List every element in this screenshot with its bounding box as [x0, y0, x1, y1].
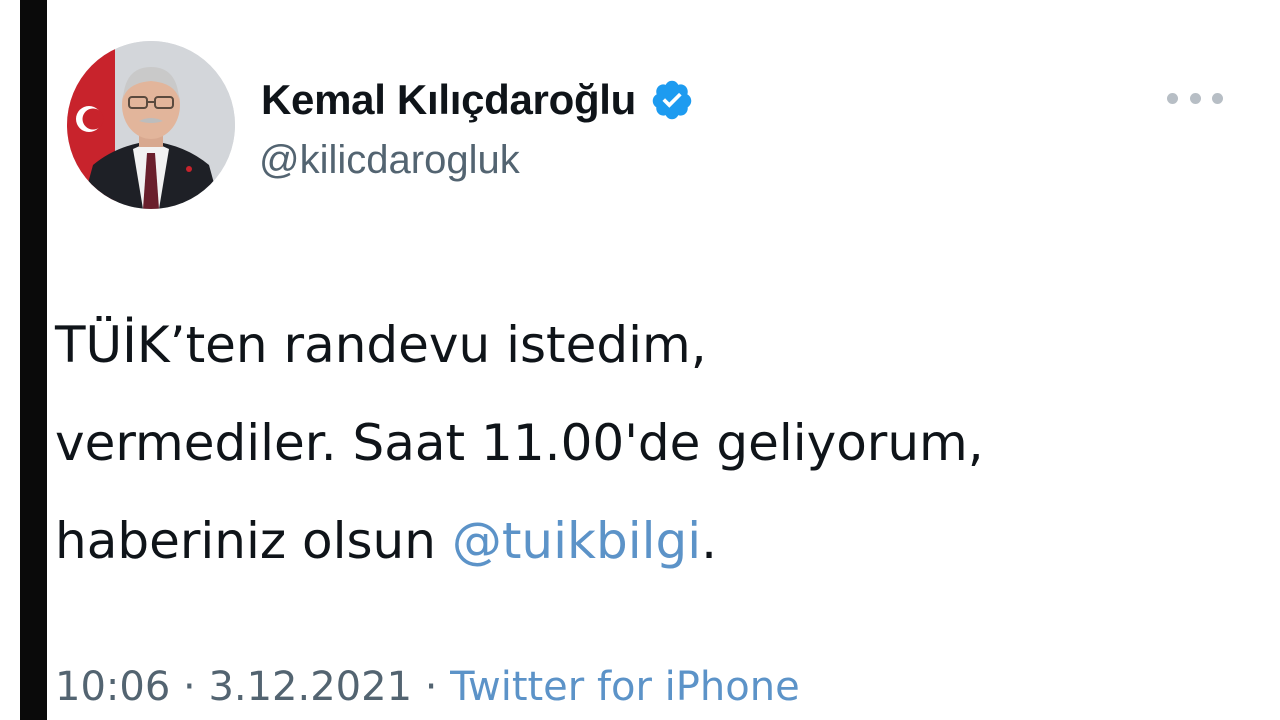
user-handle[interactable]: @kilicdarogluk — [259, 138, 520, 183]
tweet-text: TÜİK’ten randevu istedim, vermediler. Sa… — [55, 296, 1255, 590]
tweet-time[interactable]: 10:06 — [55, 664, 170, 710]
more-dot — [1212, 92, 1223, 104]
tweet-date[interactable]: 3.12.2021 — [208, 664, 412, 710]
tweet-source-link[interactable]: Twitter for iPhone — [450, 664, 800, 710]
tweet-line-3: haberiniz olsun @tuikbilgi. — [55, 492, 1255, 590]
left-dark-border — [20, 0, 47, 720]
tweet-line-2: vermediler. Saat 11.00'de geliyorum, — [55, 414, 984, 472]
tweet-line-3-end: . — [701, 512, 718, 570]
more-dot — [1189, 92, 1201, 104]
mention-link[interactable]: @tuikbilgi — [452, 512, 701, 570]
verified-badge-icon — [650, 78, 694, 122]
profile-photo-icon — [67, 41, 235, 209]
tweet-meta: 10:06 · 3.12.2021 · Twitter for iPhone — [55, 664, 800, 710]
tweet-line-1: TÜİK’ten randevu istedim, — [55, 316, 707, 374]
meta-separator: · — [412, 664, 451, 710]
avatar[interactable] — [67, 41, 235, 209]
tweet-card: Kemal Kılıçdaroğlu @kilicdarogluk TÜİK’t… — [47, 0, 1280, 720]
meta-separator: · — [170, 664, 209, 710]
more-dot — [1167, 92, 1178, 104]
name-row: Kemal Kılıçdaroğlu — [261, 70, 694, 130]
tweet-line-3-text: haberiniz olsun — [55, 512, 452, 570]
more-horizontal-icon[interactable] — [1167, 86, 1223, 110]
display-name[interactable]: Kemal Kılıçdaroğlu — [261, 76, 636, 124]
